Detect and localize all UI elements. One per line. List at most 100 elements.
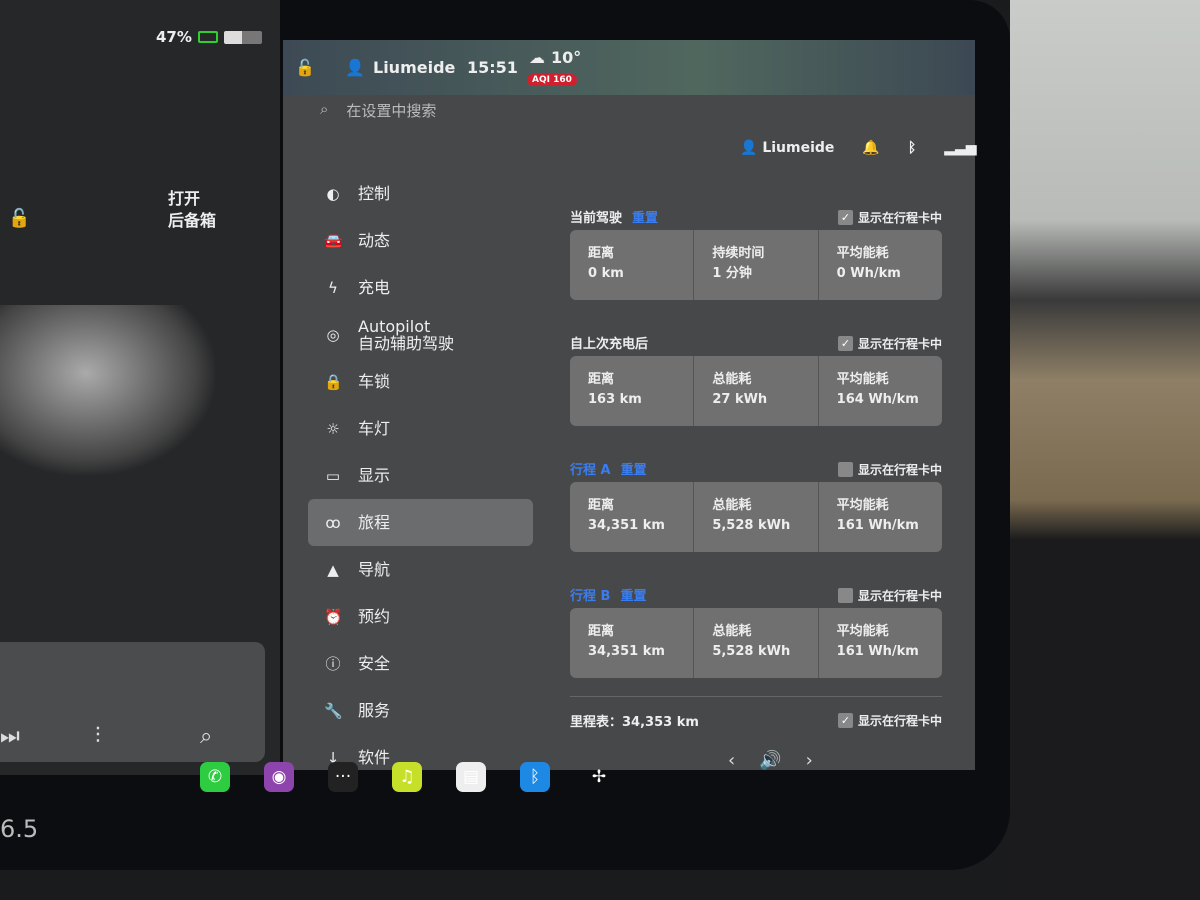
show-in-trip-card-checkbox[interactable]: 显示在行程卡中 (837, 587, 942, 604)
stat-label: 平均能耗 (836, 624, 889, 639)
unlock-icon[interactable]: 🔓 (8, 208, 30, 229)
reset-button[interactable]: 重置 (620, 585, 646, 604)
stat-value: 0 Wh/km (836, 266, 901, 281)
stat-value: 34,351 km (588, 644, 665, 659)
volume-up-button[interactable]: › (806, 750, 813, 771)
stat-value: 1 分钟 (712, 266, 752, 281)
rain-cloud-icon: ☁ (529, 48, 545, 67)
volume-icon[interactable]: 🔊 (759, 750, 781, 771)
clock: 15:51 (467, 58, 518, 77)
signal-icon: ▂▃▅ (944, 140, 977, 156)
wrench-icon: 🔧 (324, 701, 343, 720)
show-in-trip-card-checkbox[interactable]: 显示在行程卡中 (837, 461, 942, 478)
sidebar-item[interactable]: ◎ Autopilot 自动辅助驾驶 (308, 311, 533, 358)
trip-title: 行程 B (570, 589, 611, 604)
music-icon[interactable]: ♫ (392, 762, 422, 792)
next-track-icon[interactable]: ⏭ (0, 724, 20, 749)
stat-label: 平均能耗 (836, 372, 889, 387)
checkbox-label: 显示在行程卡中 (857, 714, 942, 728)
stat-value: 161 Wh/km (836, 518, 919, 533)
sidebar-item[interactable]: ⏰ 预约 (308, 593, 533, 640)
sidebar-item[interactable]: ◐ 控制 (308, 170, 533, 217)
open-trunk-button[interactable]: 打开 后备箱 (168, 188, 216, 232)
stat-value: 34,351 km (588, 518, 665, 533)
sidebar-item[interactable]: 🚘 动态 (308, 217, 533, 264)
trip-icon: ꝏ (325, 513, 341, 532)
media-player: ⏭ ⫶ ⌕ (0, 642, 265, 762)
sidebar-item[interactable]: ϟ 充电 (308, 264, 533, 311)
alert-icon: ⓘ (325, 655, 341, 673)
lock-icon: 🔒 (324, 372, 343, 391)
stat-cell: 总能耗 27 kWh (694, 356, 819, 426)
stat-label: 距离 (588, 498, 615, 513)
volume-controls: ‹ 🔊 › (728, 750, 813, 771)
temperature: 10° (551, 48, 582, 67)
equalizer-icon[interactable]: ⫶ (95, 724, 101, 749)
sidebar-item[interactable]: ꝏ 旅程 (308, 499, 533, 546)
stat-cell: 距离 34,351 km (570, 482, 695, 552)
trip-section: 当前驾驶 重置 ✓ 显示在行程卡中 距离 0 km 持续时间 1 分钟 平均能耗 0 Wh/km (570, 192, 942, 300)
profile-user[interactable]: 👤 Liumeide (740, 140, 834, 156)
sidebar-item-label: 车锁 (358, 372, 391, 391)
odometer: 里程表：34,353 km (570, 715, 699, 730)
settings-search[interactable]: ⌕ 在设置中搜索 (320, 100, 436, 121)
stat-value: 161 Wh/km (836, 644, 919, 659)
lock-icon[interactable]: 🔓 (295, 58, 315, 77)
profile-row: 👤 Liumeide 🔔 ᛒ ▂▃▅ (740, 140, 977, 156)
trip-title: 自上次充电后 (570, 337, 649, 352)
checkbox-icon (837, 462, 853, 477)
stat-label: 距离 (588, 246, 615, 261)
user-icon: 👤 (345, 58, 365, 77)
sidebar-item-label: 服务 (358, 701, 391, 720)
bluetooth-icon[interactable]: ᛒ (908, 140, 916, 156)
trip-title: 当前驾驶 (570, 211, 623, 226)
stat-label: 平均能耗 (836, 498, 889, 513)
sidebar-item[interactable]: 🔒 车锁 (308, 358, 533, 405)
user-name[interactable]: Liumeide (373, 58, 455, 77)
checkbox-label: 显示在行程卡中 (857, 337, 942, 351)
camera-icon[interactable]: ◉ (264, 762, 294, 792)
show-in-trip-card-checkbox[interactable]: ✓ 显示在行程卡中 (837, 335, 942, 352)
bluetooth-icon[interactable]: ᛒ (520, 762, 550, 792)
trip-section: 行程 A 重置 显示在行程卡中 距离 34,351 km 总能耗 5,528 kWh 平均能耗… (570, 444, 942, 552)
sidebar-item-label: 车灯 (358, 419, 391, 438)
stat-cell: 平均能耗 164 Wh/km (819, 356, 942, 426)
stat-label: 距离 (588, 624, 615, 639)
odometer-row: 里程表：34,353 km ✓ 显示在行程卡中 (570, 696, 942, 730)
stat-cell: 平均能耗 0 Wh/km (819, 230, 942, 300)
reset-button[interactable]: 重置 (632, 207, 658, 226)
car-panel: 47% 🔓 打开 后备箱 ⏭ ⫶ ⌕ (0, 0, 280, 775)
search-icon[interactable]: ⌕ (200, 724, 212, 749)
stat-cell: 距离 34,351 km (570, 608, 695, 678)
checkbox-icon (837, 588, 853, 603)
phone-icon[interactable]: ✆ (200, 762, 230, 792)
sidebar-item[interactable]: ⓘ 安全 (308, 640, 533, 687)
sidebar-item[interactable]: 🔧 服务 (308, 687, 533, 734)
reset-button[interactable]: 重置 (621, 459, 647, 478)
stat-cell: 总能耗 5,528 kWh (694, 608, 819, 678)
more-icon[interactable]: ··· (328, 762, 358, 792)
bell-icon[interactable]: 🔔 (862, 140, 879, 156)
car-icon: 🚘 (324, 231, 343, 250)
stat-cell: 平均能耗 161 Wh/km (819, 482, 942, 552)
stat-value: 0 km (588, 266, 624, 281)
stat-label: 平均能耗 (836, 246, 889, 261)
sidebar-item[interactable]: ▲ 导航 (308, 546, 533, 593)
stat-value: 5,528 kWh (712, 644, 791, 659)
sidebar-item[interactable]: ☼ 车灯 (308, 405, 533, 452)
show-in-trip-card-checkbox[interactable]: ✓ 显示在行程卡中 (837, 711, 942, 730)
car-image (0, 305, 215, 475)
fan-icon[interactable]: ✢ (584, 762, 614, 792)
volume-down-button[interactable]: ‹ (728, 750, 735, 771)
show-in-trip-card-checkbox[interactable]: ✓ 显示在行程卡中 (837, 209, 942, 226)
stat-cell: 距离 163 km (570, 356, 695, 426)
sun-icon: ☼ (326, 419, 340, 438)
app-dock: ✆ ◉ ··· ♫ ▤ ᛒ ✢ (200, 762, 614, 792)
charging-icon (197, 31, 218, 43)
notes-icon[interactable]: ▤ (456, 762, 486, 792)
search-input[interactable]: 在设置中搜索 (346, 100, 436, 121)
sidebar-item-label: 充电 (358, 278, 391, 297)
battery-icon (223, 30, 262, 44)
trip-section: 行程 B 重置 显示在行程卡中距离 34,351 km 总能耗 5,528 kWh 平均能耗… (570, 570, 942, 678)
sidebar-item[interactable]: ▭ 显示 (308, 452, 533, 499)
